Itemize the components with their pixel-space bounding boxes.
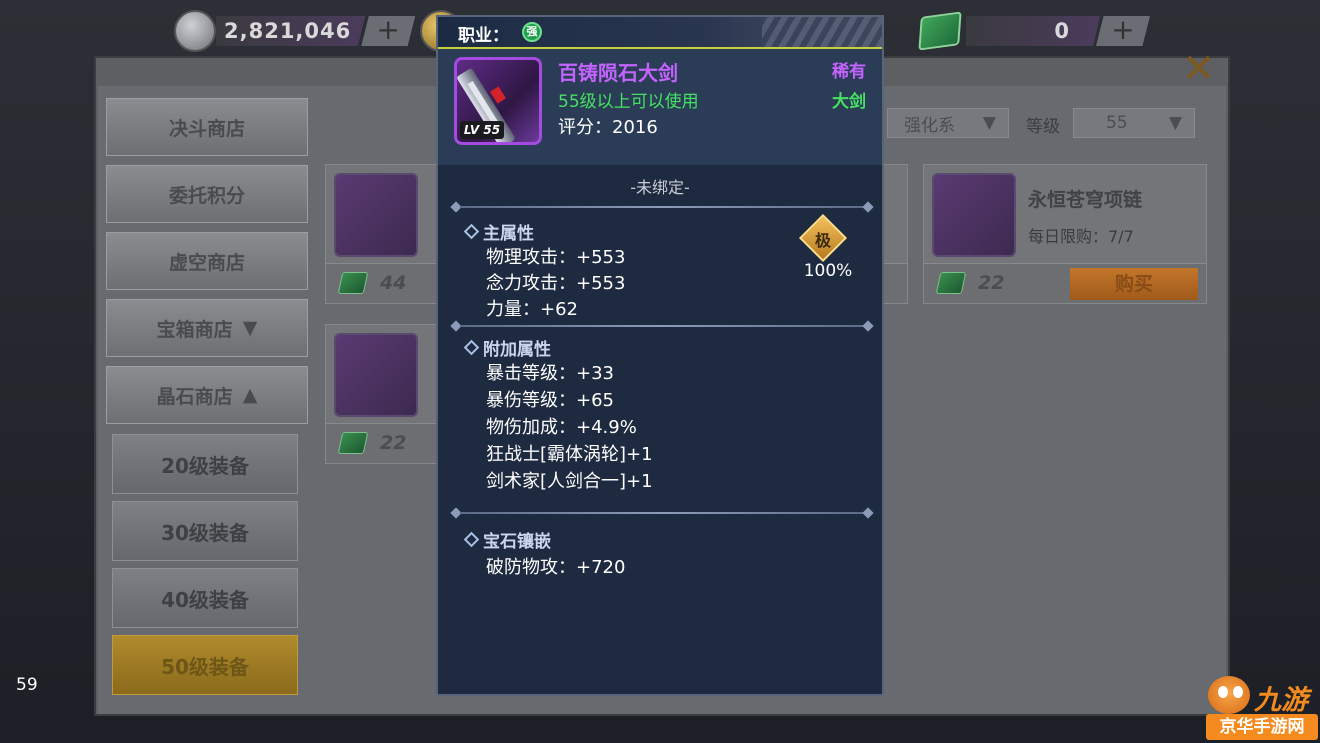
watermark-site: 京华手游网 [1206, 714, 1318, 740]
sidebar-item-duel-shop[interactable]: 决斗商店 [106, 98, 308, 156]
gem-amount: 0 [966, 16, 1100, 46]
chevron-down-icon: ▼ [1168, 113, 1182, 133]
tooltip-header: 职业： 强 [438, 17, 882, 47]
level-filter-value: 55 [1106, 113, 1128, 133]
divider [450, 201, 874, 213]
close-icon[interactable]: ✕ [1182, 49, 1226, 89]
necklace-thumbnail [932, 173, 1016, 257]
diamond-icon [463, 223, 480, 240]
sub-item-lv30-equip[interactable]: 30级装备 [112, 501, 298, 561]
sub-item-lv40-equip[interactable]: 40级装备 [112, 568, 298, 628]
extra-stat: 剑术家[人剑合一]+1 [486, 471, 653, 492]
sidebar-item-commission-points[interactable]: 委托积分 [106, 165, 308, 223]
card-purchase-limit: 每日限购：7/7 [1028, 227, 1134, 246]
gem-icon [337, 432, 369, 454]
main-stat: 物理攻击：+553 [486, 247, 626, 268]
fps-counter: 59 [16, 675, 38, 695]
main-stat: 力量：+62 [486, 299, 578, 320]
item-tooltip: 职业： 强 LV 55 百铸陨石大剑 55级以上可以使用 评分：2016 稀有 … [436, 15, 884, 696]
item-name: 百铸陨石大剑 [558, 61, 678, 85]
chevron-down-icon: ▼ [982, 113, 996, 133]
grade-char: 极 [814, 231, 831, 250]
sub-item-label: 20级装备 [161, 453, 249, 478]
sidebar-item-label: 宝箱商店 [156, 318, 233, 341]
card-price: 22 [978, 272, 1005, 294]
level-filter-label: 等级 [1026, 117, 1060, 137]
buy-button[interactable]: 购买 [1070, 268, 1198, 300]
divider [450, 320, 874, 332]
item-score: 评分：2016 [558, 117, 658, 138]
item-requirement: 55级以上可以使用 [558, 92, 699, 112]
sub-item-label: 30级装备 [161, 520, 249, 545]
item-weapon-type: 大剑 [832, 92, 866, 112]
sidebar-item-label: 晶石商店 [156, 385, 233, 408]
bind-status: -未绑定- [630, 178, 690, 197]
sub-item-label: 40级装备 [161, 587, 249, 612]
header-stripes [762, 17, 882, 47]
watermark-eye [1218, 686, 1228, 698]
coin-icon [174, 10, 216, 52]
sidebar-item-label: 委托积分 [168, 184, 245, 207]
extra-stat: 狂战士[霸体涡轮]+1 [486, 444, 653, 465]
gem-icon [918, 11, 962, 51]
sidebar-item-chest-shop[interactable]: 宝箱商店 ▼ [106, 299, 308, 357]
gem-socket-title-text: 宝石镶嵌 [483, 532, 551, 552]
add-coin-button[interactable]: + [361, 16, 416, 46]
type-filter-value: 强化系 [904, 115, 955, 136]
gem-currency: 0 + [918, 11, 1150, 51]
card-item-name: 永恒苍穹项链 [1028, 189, 1143, 211]
extra-attr-title-text: 附加属性 [483, 340, 551, 360]
extra-stat: 物伤加成：+4.9% [486, 417, 637, 438]
shop-card[interactable]: 永恒苍穹项链 每日限购：7/7 22 购买 [923, 164, 1207, 304]
gem-icon [935, 272, 967, 294]
amulet-thumbnail [334, 333, 418, 417]
sub-item-label: 50级装备 [161, 654, 249, 679]
watermark-eye [1233, 686, 1243, 698]
gem-stat: 破防物攻：+720 [486, 557, 626, 578]
main-stat: 念力攻击：+553 [486, 273, 626, 294]
extra-attr-title: 附加属性 [463, 335, 551, 360]
diamond-icon [463, 339, 480, 356]
type-filter-dropdown[interactable]: 强化系 ▼ [887, 108, 1009, 138]
coin-amount: 2,821,046 [216, 16, 366, 46]
gem-icon [337, 272, 369, 294]
chevron-up-icon: ▲ [242, 384, 258, 406]
divider [450, 507, 874, 519]
extra-stat: 暴伤等级：+65 [486, 390, 614, 411]
main-attr-title-text: 主属性 [483, 224, 534, 244]
chevron-down-icon: ▼ [242, 317, 258, 339]
grade-percent: 100% [803, 261, 853, 281]
main-attr-title: 主属性 [463, 219, 534, 244]
level-filter-dropdown[interactable]: 55 ▼ [1073, 108, 1195, 138]
item-rarity: 稀有 [832, 62, 866, 82]
price-row: 22 购买 [924, 263, 1206, 303]
add-gem-button[interactable]: + [1096, 16, 1150, 46]
card-price: 44 [380, 272, 407, 294]
gem-socket-title: 宝石镶嵌 [463, 527, 551, 552]
sidebar-item-void-shop[interactable]: 虚空商店 [106, 232, 308, 290]
diamond-icon [463, 531, 480, 548]
item-thumbnail [334, 173, 418, 257]
coin-currency: 2,821,046 + [174, 10, 416, 52]
job-label: 职业： [458, 26, 509, 46]
level-badge: LV 55 [460, 121, 504, 139]
watermark-logo [1208, 676, 1250, 714]
watermark-brand: 九游 [1254, 685, 1308, 716]
sidebar-item-label: 虚空商店 [168, 251, 245, 274]
class-icon: 强 [522, 22, 542, 42]
sidebar-item-label: 决斗商店 [168, 117, 245, 140]
sub-item-lv20-equip[interactable]: 20级装备 [112, 434, 298, 494]
card-price: 22 [380, 432, 407, 454]
sidebar-item-crystal-shop[interactable]: 晶石商店 ▲ [106, 366, 308, 424]
extra-stat: 暴击等级：+33 [486, 363, 614, 384]
sub-item-lv50-equip[interactable]: 50级装备 [112, 635, 298, 695]
